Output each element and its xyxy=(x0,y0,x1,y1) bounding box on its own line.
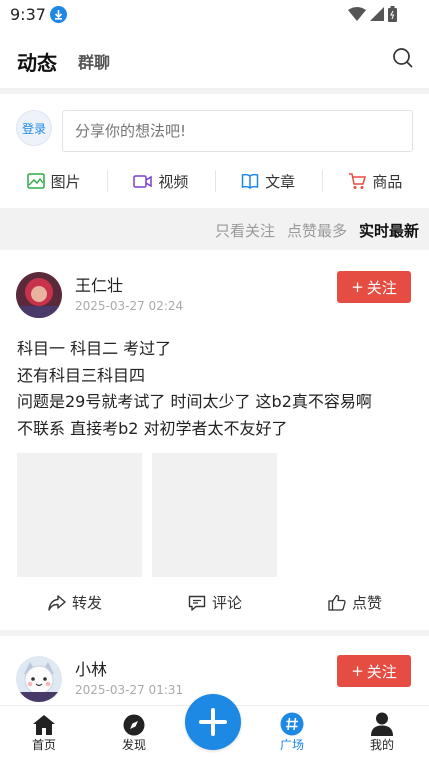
post-text-line: 问题是29号就考试了 时间太少了 这b2真不容易啊 xyxy=(17,392,372,411)
signal-icon xyxy=(370,7,384,21)
post-text-line: 科目一 科目二 考过了 xyxy=(17,339,172,358)
tab-group-chat[interactable]: 群聊 xyxy=(78,49,110,73)
like-label: 点赞 xyxy=(352,594,383,612)
follow-button-label: 关注 xyxy=(366,662,397,681)
post-image[interactable] xyxy=(152,453,277,577)
post-time: 2025-03-27 02:24 xyxy=(75,299,184,313)
like-button[interactable]: 点赞 xyxy=(328,592,382,613)
home-icon xyxy=(33,715,55,735)
avatar[interactable] xyxy=(16,656,62,702)
nav-profile[interactable]: 我的 xyxy=(352,710,412,753)
filter-following-only[interactable]: 只看关注 xyxy=(215,220,275,241)
status-time: 9:37 xyxy=(10,5,46,24)
share-icon xyxy=(48,594,66,611)
status-icons xyxy=(348,6,397,22)
follow-button[interactable]: + 关注 xyxy=(337,655,411,687)
nav-discover[interactable]: 发现 xyxy=(104,710,164,753)
section-divider xyxy=(0,88,429,94)
share-thoughts-input[interactable] xyxy=(62,110,413,152)
create-post-button[interactable] xyxy=(185,694,241,750)
nav-square-label: 广场 xyxy=(279,738,304,752)
post-type-image[interactable]: 图片 xyxy=(0,164,107,198)
profile-icon xyxy=(371,712,393,736)
nav-square[interactable]: 广场 xyxy=(262,710,322,753)
cart-icon xyxy=(349,172,367,189)
tab-dynamics[interactable]: 动态 xyxy=(17,47,57,76)
nav-profile-label: 我的 xyxy=(369,738,394,752)
post-type-video-label: 视频 xyxy=(158,172,189,191)
battery-icon xyxy=(388,6,397,22)
status-bar: 9:37 xyxy=(0,0,429,30)
nav-home[interactable]: 首页 xyxy=(14,710,74,753)
image-icon xyxy=(26,173,45,189)
thumbs-up-icon xyxy=(328,594,346,611)
hashtag-icon xyxy=(280,712,304,736)
post-text: 科目一 科目二 考过了 还有科目三科目四 问题是29号就考试了 时间太少了 这b… xyxy=(17,336,372,442)
author-name[interactable]: 王仁壮 xyxy=(75,272,123,296)
comment-label: 评论 xyxy=(212,594,243,612)
post-image[interactable] xyxy=(17,453,142,577)
plus-icon xyxy=(199,708,227,736)
login-avatar-button[interactable]: 登录 xyxy=(16,110,52,146)
plus-icon: + xyxy=(351,662,364,680)
post-type-video[interactable]: 视频 xyxy=(107,164,214,198)
post-type-image-label: 图片 xyxy=(50,172,81,191)
post-text-line: 还有科目三科目四 xyxy=(17,365,146,385)
post-type-bar: 图片 视频 文章 商品 xyxy=(0,164,429,198)
video-icon xyxy=(133,174,153,188)
post-type-article-label: 文章 xyxy=(265,172,296,191)
comment-icon xyxy=(188,595,206,611)
post-type-article[interactable]: 文章 xyxy=(214,164,322,198)
section-divider xyxy=(0,630,429,636)
wifi-icon xyxy=(348,7,366,21)
nav-home-label: 首页 xyxy=(31,738,56,752)
plus-icon: + xyxy=(351,278,364,296)
avatar[interactable] xyxy=(16,272,62,318)
share-label: 转发 xyxy=(72,594,103,612)
share-button[interactable]: 转发 xyxy=(48,592,102,613)
filter-most-liked[interactable]: 点赞最多 xyxy=(287,220,347,241)
post-actions: 转发 评论 点赞 xyxy=(0,586,429,622)
author-name[interactable]: 小林 xyxy=(75,656,107,680)
follow-button-label: 关注 xyxy=(366,278,397,297)
filter-bar: 只看关注 点赞最多 实时最新 xyxy=(0,208,429,250)
post-text-line: 不联系 直接考b2 对初学者太不友好了 xyxy=(17,418,288,438)
download-notification-icon xyxy=(50,6,67,23)
compass-icon xyxy=(123,714,145,736)
book-icon xyxy=(241,173,259,189)
comment-button[interactable]: 评论 xyxy=(188,592,242,613)
nav-discover-label: 发现 xyxy=(121,738,146,752)
search-icon[interactable] xyxy=(391,46,415,70)
filter-latest[interactable]: 实时最新 xyxy=(359,220,419,241)
post-type-product-label: 商品 xyxy=(372,172,403,191)
post-type-product[interactable]: 商品 xyxy=(321,164,429,198)
post-time: 2025-03-27 01:31 xyxy=(75,683,184,697)
top-header: 动态 群聊 xyxy=(0,30,429,88)
follow-button[interactable]: + 关注 xyxy=(337,271,411,303)
